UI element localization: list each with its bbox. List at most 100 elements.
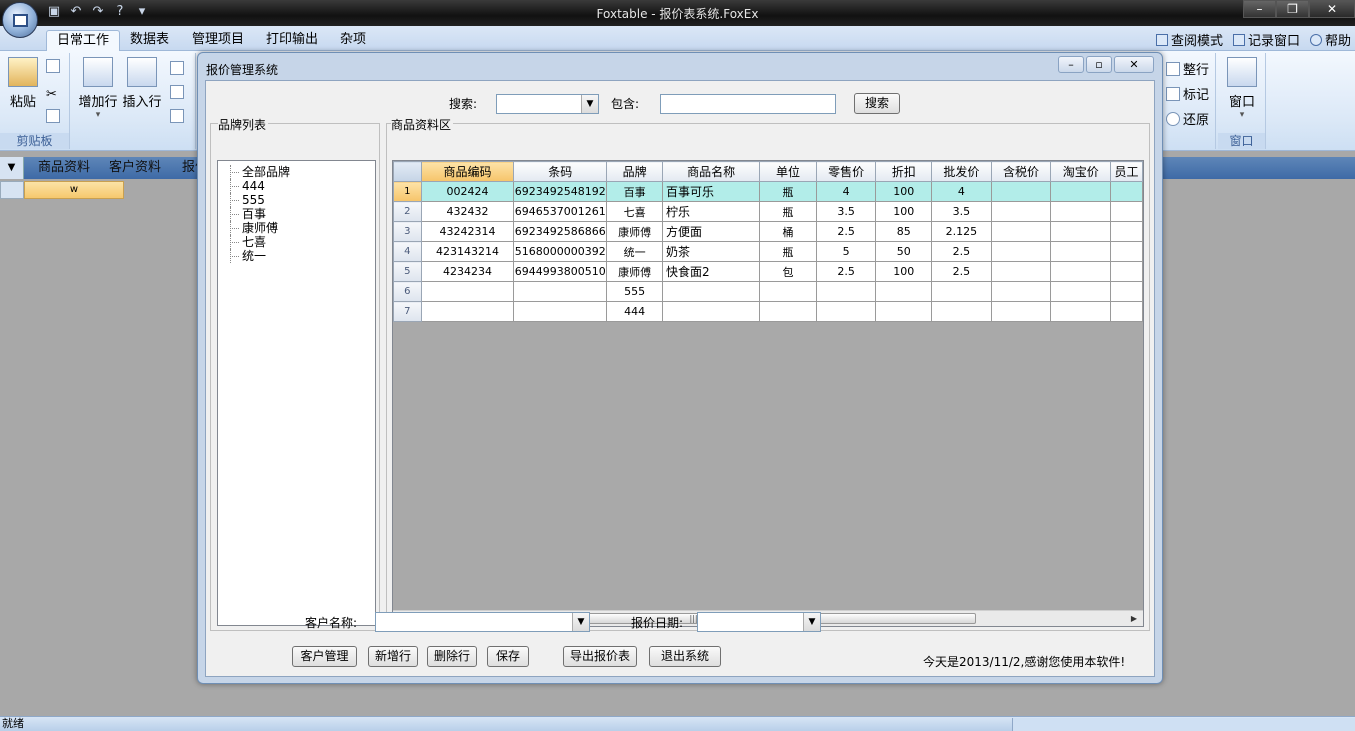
table-cell[interactable]: 100	[875, 181, 933, 202]
row-header[interactable]: 4	[393, 241, 422, 262]
table-cell[interactable]	[1110, 221, 1143, 242]
doc-tab-customers[interactable]: 客户资料	[109, 159, 161, 177]
minimize-button[interactable]: –	[1243, 0, 1276, 18]
add-row-button[interactable]: 增加行 ▾	[78, 57, 118, 120]
table-cell[interactable]: 4234234	[420, 261, 515, 282]
table-cell[interactable]	[931, 301, 992, 322]
paste-button[interactable]: 粘贴	[6, 57, 40, 110]
select-all-corner[interactable]	[393, 161, 422, 182]
tab-manage-project[interactable]: 管理项目	[182, 30, 254, 51]
table-cell[interactable]	[513, 301, 608, 322]
customer-name-combo[interactable]: ▼	[375, 612, 590, 632]
table-cell[interactable]	[759, 301, 817, 322]
window-button[interactable]: 窗口 ▾	[1226, 57, 1258, 120]
brand-tree-item[interactable]: 康师傅	[230, 221, 375, 235]
maximize-button[interactable]: ❐	[1276, 0, 1309, 18]
row-header[interactable]: 6	[393, 281, 422, 302]
table-cell[interactable]: 百事可乐	[661, 181, 761, 202]
delete-row-button[interactable]: 删除行	[427, 646, 477, 667]
tab-daily-work[interactable]: 日常工作	[46, 30, 121, 51]
tab-list-dropdown[interactable]: ▼	[0, 157, 24, 179]
table-cell[interactable]	[931, 281, 992, 302]
table-cell[interactable]	[990, 201, 1052, 222]
row-selector[interactable]	[0, 181, 24, 199]
table-cell[interactable]: 432432	[420, 201, 515, 222]
table-row[interactable]: 7 444	[393, 301, 1143, 322]
restore-button[interactable]: 还原	[1166, 109, 1209, 128]
table-cell[interactable]: 2.125	[931, 221, 992, 242]
tab-print-output[interactable]: 打印输出	[256, 30, 328, 51]
table-cell[interactable]: 4	[815, 181, 877, 202]
table-cell[interactable]	[420, 301, 515, 322]
table-cell[interactable]	[759, 281, 817, 302]
table-cell[interactable]: 包	[759, 261, 817, 282]
table-cell[interactable]	[1050, 221, 1112, 242]
table-cell[interactable]	[1110, 281, 1143, 302]
table-cell[interactable]: 100	[875, 201, 933, 222]
insert-row-button[interactable]: 插入行	[122, 57, 162, 110]
chevron-down-icon[interactable]: ▼	[803, 613, 820, 631]
table-cell[interactable]: 85	[875, 221, 933, 242]
table-cell[interactable]: 2.5	[931, 261, 992, 282]
table-cell[interactable]: 100	[875, 261, 933, 282]
table-cell[interactable]: 50	[875, 241, 933, 262]
brand-tree-item[interactable]: 百事	[230, 207, 375, 221]
column-header[interactable]: 员工	[1110, 161, 1143, 182]
contains-input[interactable]	[660, 94, 836, 114]
dialog-close-button[interactable]: ✕	[1114, 56, 1154, 73]
table-row[interactable]: 5 4234234 6944993800510 康师傅 快食面2 包 2.5 100 2.5	[393, 261, 1143, 282]
table-cell[interactable]	[420, 281, 515, 302]
table-cell[interactable]: 6923492586866	[513, 221, 608, 242]
table-cell[interactable]: 康师傅	[606, 261, 663, 282]
brand-tree-item[interactable]: 555	[230, 193, 375, 207]
dialog-maximize-button[interactable]: ▫	[1086, 56, 1112, 73]
table-cell[interactable]	[1050, 181, 1112, 202]
table-cell[interactable]: 3.5	[931, 201, 992, 222]
table-cell[interactable]: 5	[815, 241, 877, 262]
table-cell[interactable]: 瓶	[759, 201, 817, 222]
brand-tree-item[interactable]: 七喜	[230, 235, 375, 249]
table-cell[interactable]	[661, 301, 761, 322]
table-cell[interactable]: 2.5	[815, 261, 877, 282]
table-cell[interactable]: 奶茶	[661, 241, 761, 262]
table-cell[interactable]	[875, 301, 933, 322]
table-cell[interactable]: 423143214	[420, 241, 515, 262]
table-cell[interactable]: 4	[931, 181, 992, 202]
tab-data-table[interactable]: 数据表	[120, 30, 179, 51]
table-row[interactable]: 1 002424 6923492548192 百事 百事可乐瓶 4 100 4	[393, 181, 1143, 202]
table-cell[interactable]: 桶	[759, 221, 817, 242]
table-cell[interactable]	[990, 261, 1052, 282]
chevron-down-icon[interactable]: ▼	[581, 95, 598, 113]
extra-row-button[interactable]	[170, 109, 187, 125]
table-cell[interactable]: 002424	[420, 181, 515, 202]
table-row[interactable]: 3 43242314 6923492586866 康师傅 方便面桶 2.5 85 2.125	[393, 221, 1143, 242]
table-cell[interactable]	[1110, 201, 1143, 222]
table-cell[interactable]: 555	[606, 281, 663, 302]
row-header[interactable]: 1	[393, 181, 422, 202]
help-link[interactable]: 帮助	[1309, 30, 1351, 49]
table-cell[interactable]	[1050, 241, 1112, 262]
mark-button[interactable]: 标记	[1166, 84, 1209, 103]
doc-tab-products[interactable]: 商品资料	[38, 159, 90, 177]
table-cell[interactable]	[1050, 301, 1112, 322]
table-cell[interactable]	[513, 281, 608, 302]
table-cell[interactable]: 444	[606, 301, 663, 322]
lookup-mode-link[interactable]: 查阅模式	[1155, 30, 1223, 49]
move-up-button[interactable]	[170, 61, 187, 77]
product-grid[interactable]: 商品编码 条码 品牌 商品名称 单位 零售价 折扣 批发价 含税价 淘宝价 员工 1 002424 69…	[392, 160, 1144, 627]
table-cell[interactable]	[990, 281, 1052, 302]
brand-tree-item[interactable]: 全部品牌	[230, 165, 375, 179]
table-cell[interactable]: 2.5	[815, 221, 877, 242]
table-cell[interactable]: 瓶	[759, 181, 817, 202]
copy-button[interactable]	[46, 59, 63, 75]
column-header[interactable]: 条码	[513, 161, 608, 182]
brand-tree-item[interactable]: 444	[230, 179, 375, 193]
table-cell[interactable]	[815, 281, 877, 302]
table-cell[interactable]	[661, 281, 761, 302]
add-row-button[interactable]: 新增行	[368, 646, 418, 667]
save-button[interactable]: 保存	[487, 646, 529, 667]
column-header[interactable]: 商品编码	[420, 161, 515, 182]
row-header[interactable]: 5	[393, 261, 422, 282]
tab-misc[interactable]: 杂项	[330, 30, 376, 51]
product-table[interactable]: 商品编码 条码 品牌 商品名称 单位 零售价 折扣 批发价 含税价 淘宝价 员工 1 002424 69…	[393, 161, 1143, 322]
